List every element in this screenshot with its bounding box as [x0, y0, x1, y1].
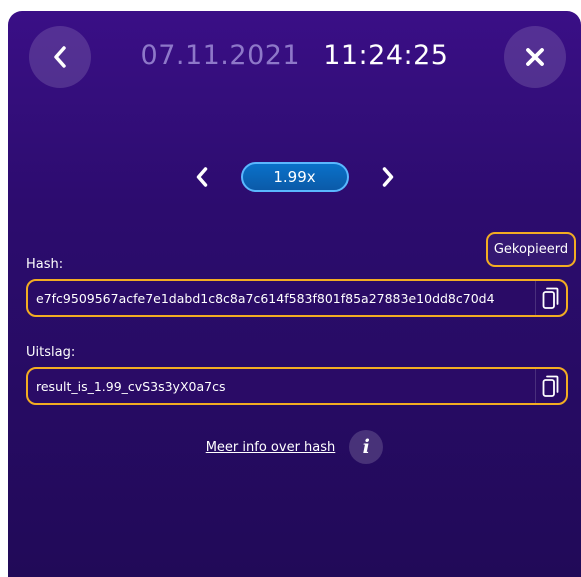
- round-datetime: 07.11.2021 11:24:25: [8, 39, 581, 73]
- copied-tooltip: Gekopieerd: [486, 232, 576, 267]
- hash-value[interactable]: e7fc9509567acfe7e1dabd1c8c8a7c614f583f80…: [28, 291, 535, 306]
- hash-field[interactable]: e7fc9509567acfe7e1dabd1c8c8a7c614f583f80…: [26, 279, 568, 317]
- multiplier-badge: 1.99x: [240, 162, 349, 192]
- result-field[interactable]: result_is_1.99_cvS3s3yX0a7cs: [26, 367, 568, 405]
- copy-icon: [542, 375, 559, 397]
- hash-details-panel: 07.11.2021 11:24:25 1.99x Gekopieerd Has…: [8, 11, 581, 577]
- result-label: Uitslag:: [26, 345, 76, 360]
- round-date: 07.11.2021: [140, 40, 301, 71]
- close-icon: [526, 48, 544, 66]
- round-time: 11:24:25: [323, 40, 449, 71]
- chevron-left-icon: [196, 167, 207, 187]
- multiplier-navigator: 1.99x: [8, 157, 581, 197]
- copy-icon: [542, 287, 559, 309]
- hash-info-link[interactable]: Meer info over hash: [206, 440, 336, 455]
- info-icon[interactable]: i: [349, 430, 384, 464]
- previous-round-button[interactable]: [189, 164, 215, 190]
- next-round-button[interactable]: [375, 164, 401, 190]
- hash-label: Hash:: [26, 257, 64, 272]
- copy-hash-button[interactable]: [535, 281, 566, 315]
- info-icon-glyph: i: [362, 436, 370, 458]
- close-button[interactable]: [504, 26, 566, 88]
- copy-result-button[interactable]: [535, 369, 566, 403]
- hash-info-row: Meer info over hash i: [8, 429, 581, 465]
- result-value[interactable]: result_is_1.99_cvS3s3yX0a7cs: [28, 379, 535, 394]
- chevron-right-icon: [382, 167, 393, 187]
